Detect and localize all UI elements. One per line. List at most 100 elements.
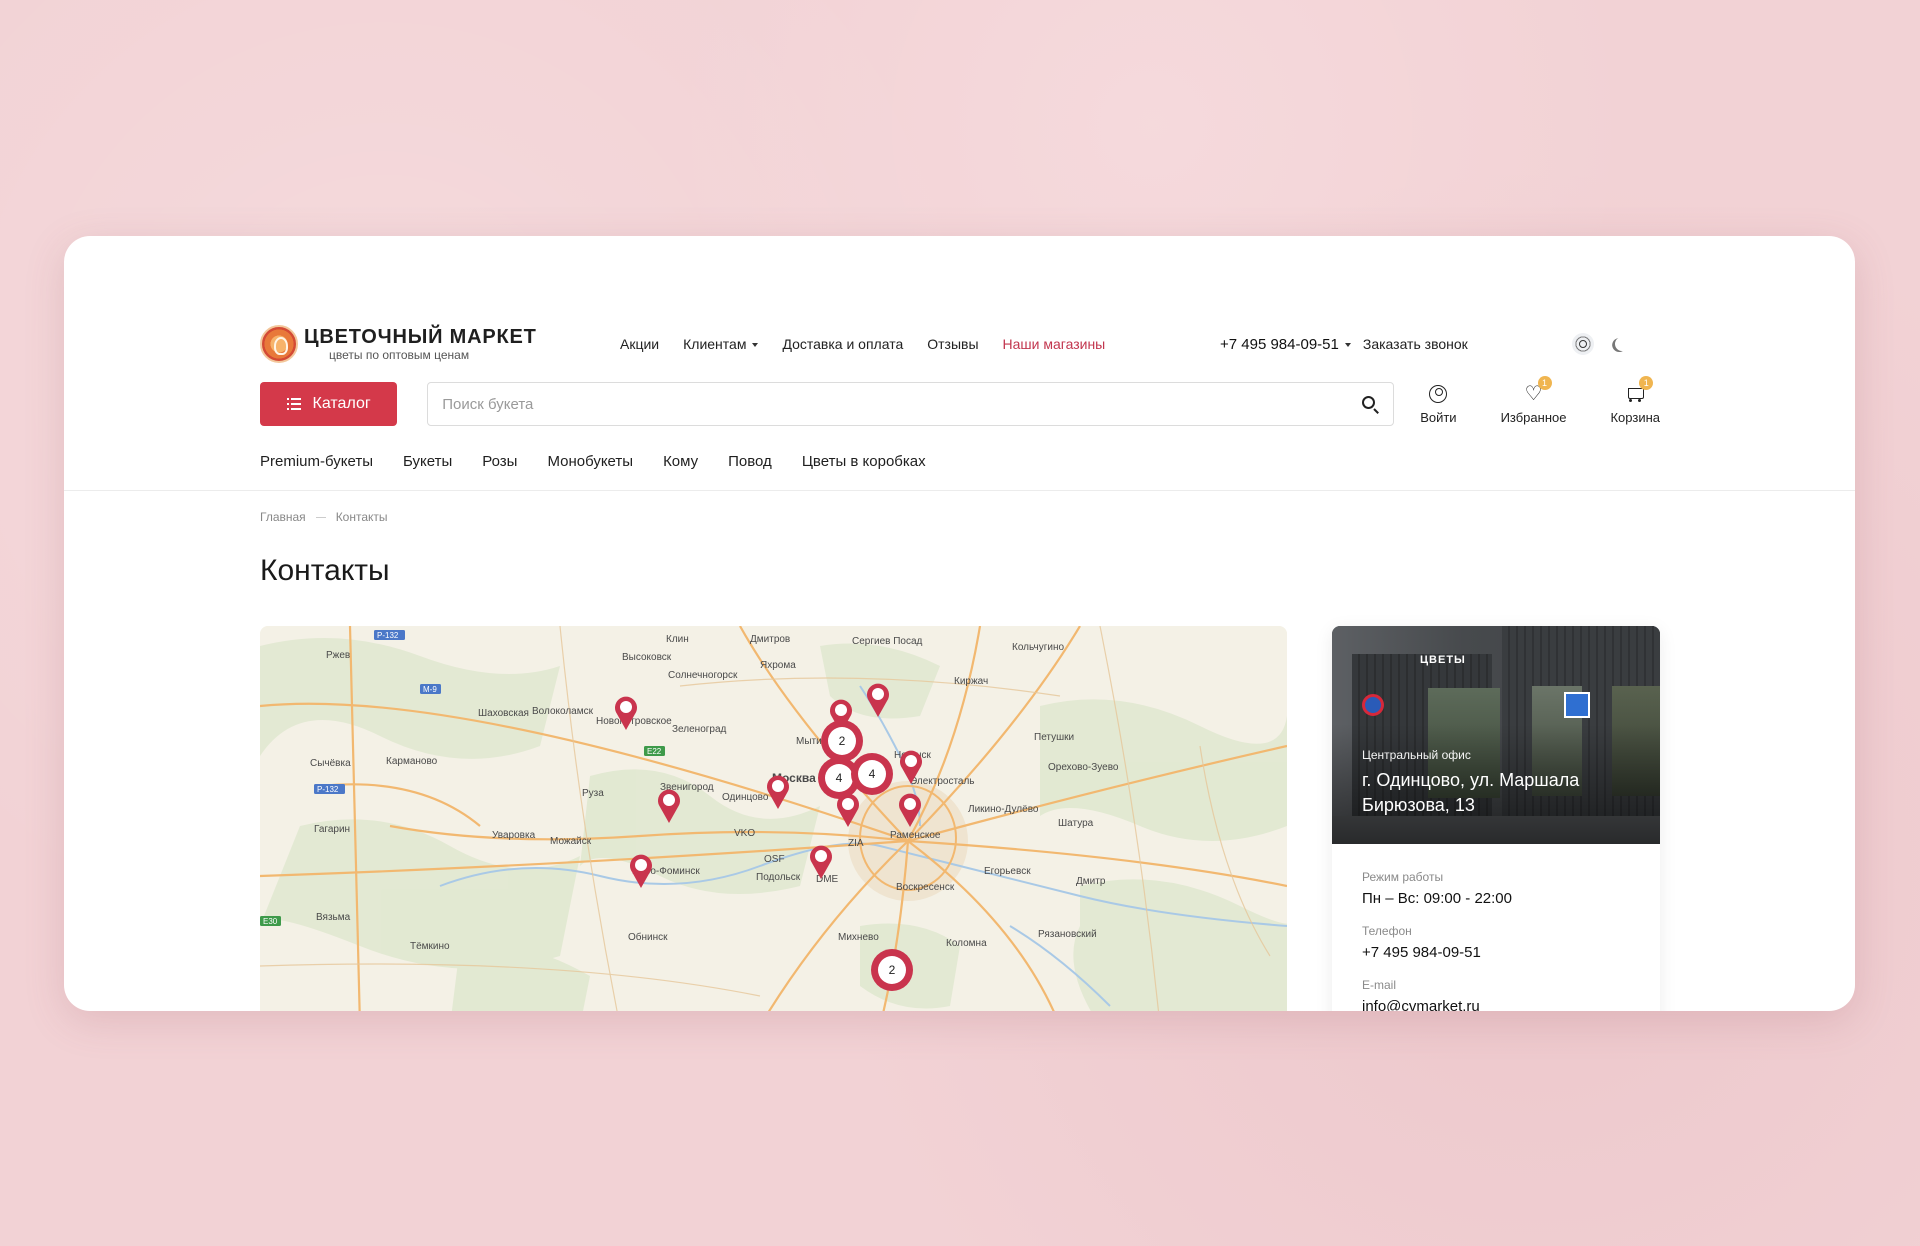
- map-place-label: Волоколамск: [532, 706, 594, 717]
- category-nav: Premium-букеты Букеты Розы Монобукеты Ко…: [260, 446, 1660, 476]
- map-cluster-marker[interactable]: 2: [821, 720, 863, 762]
- map-road-label: Е30: [260, 916, 281, 926]
- category-occasion[interactable]: Повод: [728, 453, 772, 470]
- map-place-label: Михнево: [838, 932, 879, 943]
- map-place-label: Гагарин: [314, 824, 350, 835]
- top-nav: Акции Клиентам Доставка и оплата Отзывы …: [620, 336, 1220, 352]
- map-place-label: ZIA: [848, 838, 864, 849]
- map-place-label: OSF: [764, 854, 785, 865]
- category-monobouquets[interactable]: Монобукеты: [547, 453, 633, 470]
- map-cluster-marker[interactable]: 2: [871, 949, 913, 991]
- map-place-label: Егорьевск: [984, 866, 1031, 877]
- favorites-button[interactable]: 1 Избранное: [1501, 375, 1566, 425]
- search-box: [427, 382, 1395, 426]
- map-place-label: Коломна: [946, 938, 987, 949]
- nav-link-reviews[interactable]: Отзывы: [927, 336, 978, 352]
- map-place-label: Уваровка: [492, 830, 536, 841]
- map-place-label: Кольчугино: [1012, 642, 1065, 653]
- map-place-label: VKO: [734, 828, 755, 839]
- cart-button[interactable]: 1 Корзина: [1610, 375, 1660, 425]
- map-place-label: Шатура: [1058, 818, 1094, 829]
- office-info: Режим работы Пн – Вс: 09:00 - 22:00 Теле…: [1332, 844, 1660, 1011]
- svg-text:Е22: Е22: [647, 747, 662, 756]
- dark-theme-button[interactable]: [1608, 333, 1630, 355]
- browser-window: ЦВЕТОЧНЫЙ МАРКЕТ цветы по оптовым ценам …: [64, 236, 1855, 1011]
- search-input[interactable]: [442, 395, 1343, 413]
- map-road-label: Р-132: [314, 784, 345, 794]
- cluster-count: 2: [889, 963, 896, 977]
- map-place-label: Клин: [666, 634, 689, 645]
- office-phone-link[interactable]: +7 495 984-09-51: [1362, 944, 1630, 961]
- search-icon[interactable]: [1361, 395, 1379, 413]
- map-canvas[interactable]: Клин Дмитров Сергиев Посад Кольчугино Ржев Вы…: [260, 626, 1287, 1011]
- map-place-label: Электросталь: [910, 776, 975, 787]
- map-place-label: Орехово-Зуево: [1048, 762, 1119, 773]
- cart-icon: 1: [1625, 375, 1654, 404]
- office-photo: ЦВЕТЫ Центральный офис г. Одинцово, ул. …: [1332, 626, 1660, 844]
- stores-map[interactable]: Клин Дмитров Сергиев Посад Кольчугино Ржев Вы…: [260, 626, 1287, 1011]
- nav-link-delivery[interactable]: Доставка и оплата: [782, 336, 903, 352]
- header-search-row: Каталог Войти 1 Избранное 1 Корзина: [260, 375, 1660, 426]
- chevron-down-icon: [752, 343, 759, 347]
- office-hours: Режим работы Пн – Вс: 09:00 - 22:00: [1362, 870, 1512, 907]
- map-place-label: Сергиев Посад: [852, 636, 923, 647]
- office-type-label: Центральный офис: [1362, 748, 1471, 762]
- office-email-link[interactable]: info@cvmarket.ru: [1362, 998, 1630, 1011]
- map-road-label: Р-132: [374, 630, 405, 640]
- map-place-label: Солнечногорск: [668, 670, 738, 681]
- map-place-label: Сычёвка: [310, 758, 351, 769]
- nav-link-clients[interactable]: Клиентам: [683, 336, 759, 352]
- login-button[interactable]: Войти: [1420, 384, 1457, 425]
- user-icon: [1428, 384, 1448, 404]
- map-place-label: Высоковск: [622, 652, 672, 663]
- catalog-button[interactable]: Каталог: [260, 382, 398, 426]
- map-place-label: Шаховская: [478, 708, 529, 719]
- store-sign: ЦВЕТЫ: [1420, 654, 1466, 666]
- category-premium[interactable]: Premium-букеты: [260, 453, 373, 470]
- map-place-label: Яхрома: [760, 660, 796, 671]
- category-recipient[interactable]: Кому: [663, 453, 698, 470]
- map-place-label: Можайск: [550, 836, 592, 847]
- map-cluster-marker[interactable]: 4: [851, 753, 893, 795]
- office-phone: Телефон +7 495 984-09-51: [1362, 924, 1630, 961]
- map-place-label: Раменское: [890, 830, 941, 841]
- logo[interactable]: ЦВЕТОЧНЫЙ МАРКЕТ цветы по оптовым ценам: [260, 325, 620, 363]
- nav-link-stores[interactable]: Наши магазины: [1003, 336, 1106, 352]
- callback-link[interactable]: Заказать звонок: [1363, 336, 1468, 352]
- breadcrumb-current: Контакты: [335, 510, 388, 524]
- map-place-label: Обнинск: [628, 931, 668, 943]
- logo-icon: [260, 325, 298, 363]
- breadcrumb-home[interactable]: Главная: [260, 510, 306, 524]
- category-roses[interactable]: Розы: [482, 453, 517, 470]
- sun-icon: [1574, 335, 1592, 353]
- category-boxes[interactable]: Цветы в коробках: [802, 453, 926, 470]
- map-place-label: Новопетровское: [596, 716, 672, 727]
- map-place-label: Рязановский: [1038, 929, 1097, 940]
- cluster-count: 2: [839, 734, 846, 748]
- cart-count-badge: 1: [1639, 375, 1654, 390]
- category-bouquets[interactable]: Букеты: [403, 453, 452, 470]
- cart-label: Корзина: [1610, 409, 1660, 425]
- svg-text:М-9: М-9: [423, 685, 437, 694]
- light-theme-button[interactable]: [1572, 333, 1594, 355]
- svg-text:Е30: Е30: [263, 917, 278, 926]
- breadcrumb-separator: [315, 516, 326, 518]
- moon-icon: [1613, 335, 1631, 353]
- header-phone[interactable]: +7 495 984-09-51: [1220, 336, 1351, 353]
- chevron-down-icon: [1344, 342, 1351, 347]
- office-email: E-mail info@cvmarket.ru: [1362, 978, 1630, 1011]
- logo-subtitle: цветы по оптовым ценам: [329, 348, 470, 362]
- cluster-count: 4: [869, 767, 876, 781]
- list-icon: [286, 398, 301, 410]
- map-place-label: Руза: [582, 788, 604, 799]
- header-actions: Войти 1 Избранное 1 Корзина: [1420, 375, 1660, 425]
- nav-link-promo[interactable]: Акции: [620, 336, 659, 352]
- logo-title: ЦВЕТОЧНЫЙ МАРКЕТ: [304, 326, 537, 348]
- contact-block: +7 495 984-09-51 Заказать звонок: [1220, 336, 1560, 353]
- catalog-button-label: Каталог: [312, 395, 371, 412]
- map-road-label: Е22: [644, 746, 665, 756]
- map-place-label: Тёмкино: [410, 941, 450, 952]
- map-place-label: Одинцово: [722, 792, 769, 803]
- svg-text:Р-132: Р-132: [377, 631, 399, 640]
- page-title: Контакты: [260, 554, 390, 587]
